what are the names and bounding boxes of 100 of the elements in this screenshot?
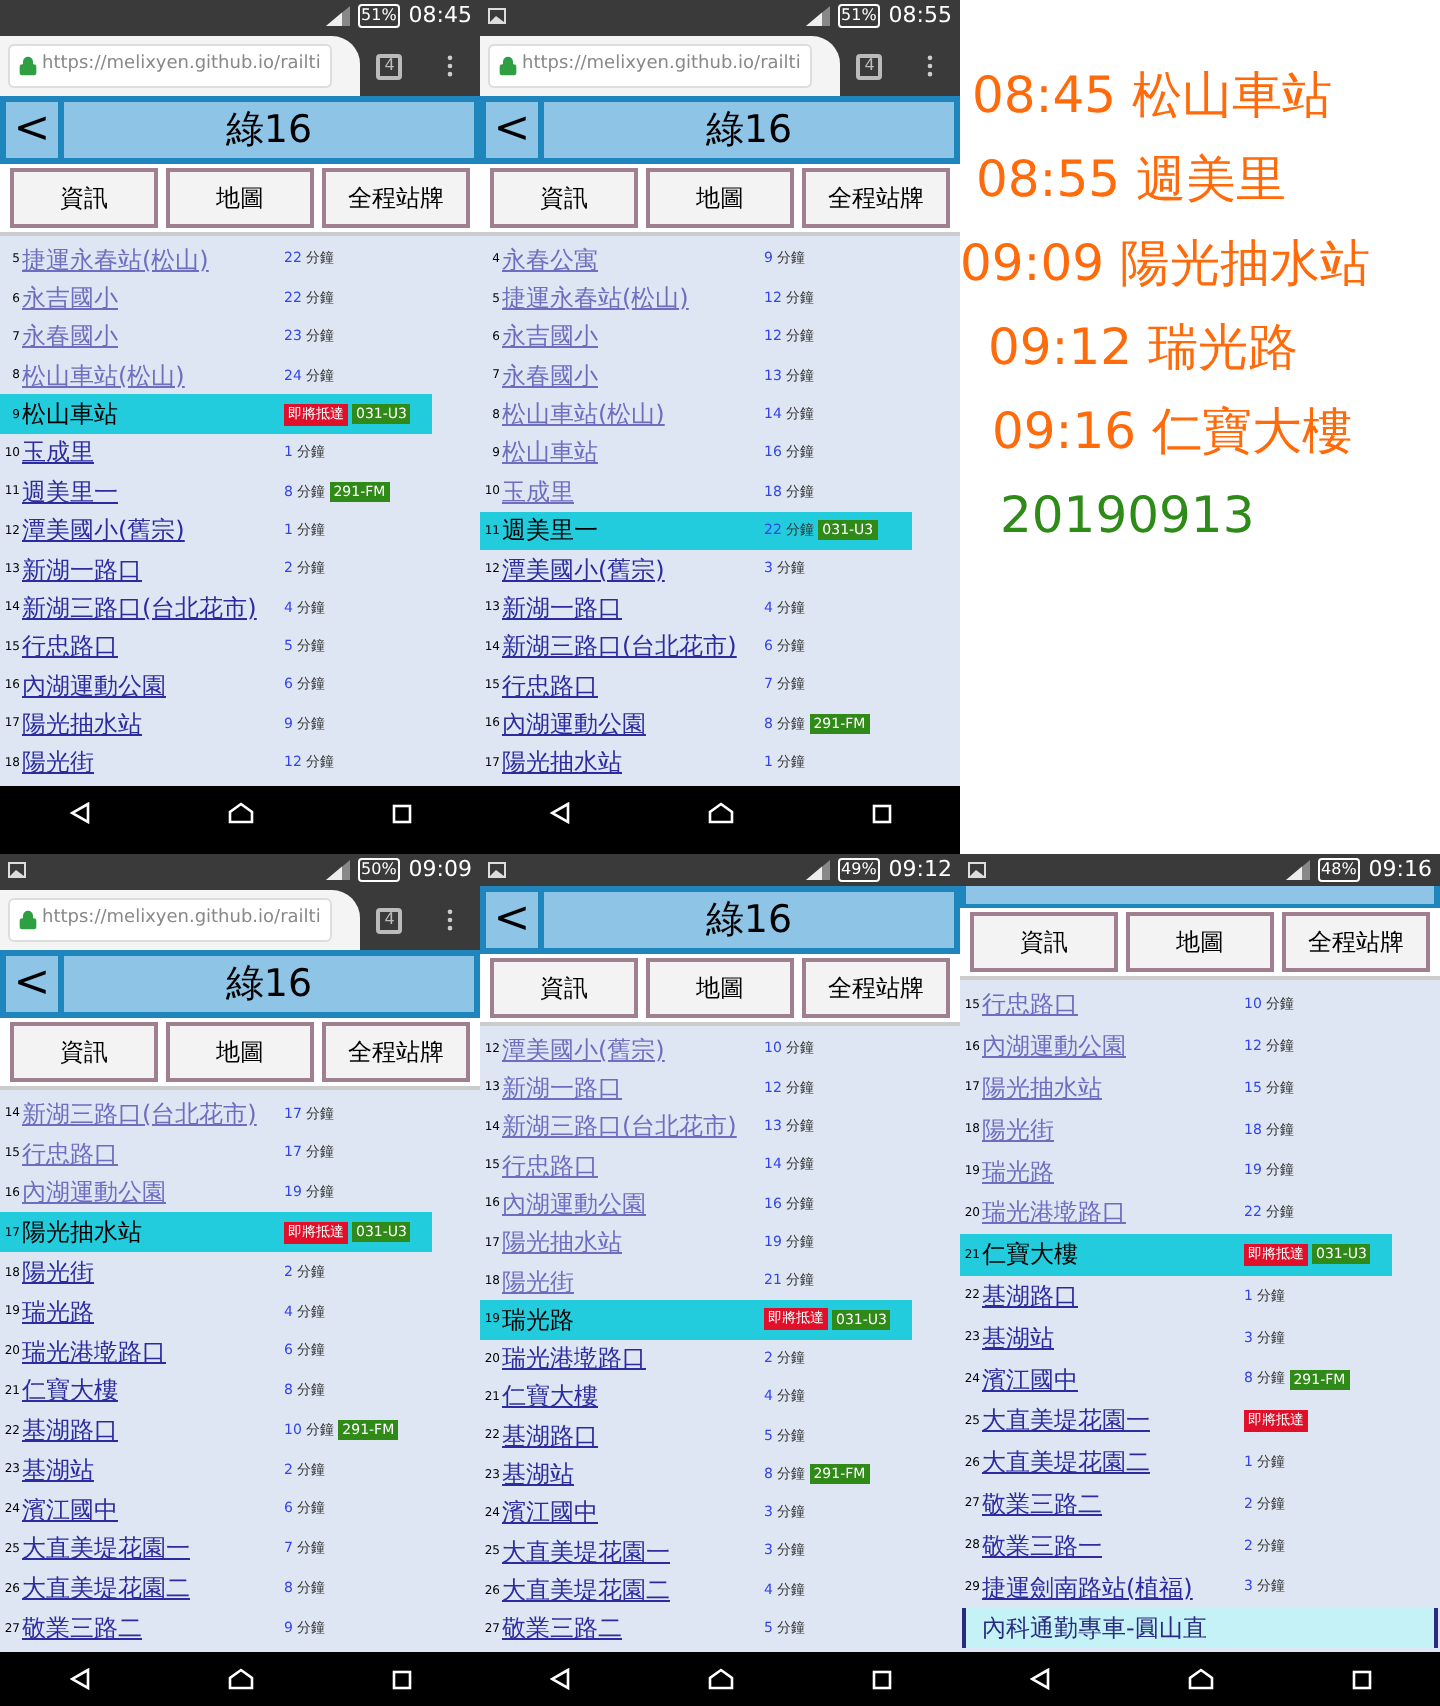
nav-button[interactable]: 資訊 [490,168,638,228]
stop-name[interactable]: 永吉國小 [22,284,284,313]
stop-name[interactable]: 濱江國中 [22,1495,284,1524]
back-icon[interactable] [549,802,569,824]
stop-name[interactable]: 永春公寓 [502,245,764,274]
stop-name[interactable]: 陽光抽水站 [22,1218,284,1247]
back-button[interactable]: < [6,102,58,158]
home-icon[interactable] [707,802,733,824]
stop-name[interactable]: 基湖路口 [982,1281,1244,1310]
stop-name[interactable]: 基湖路口 [22,1416,284,1445]
stop-name[interactable]: 松山車站 [22,400,284,429]
nav-button[interactable]: 地圖 [166,1022,314,1082]
stop-name[interactable]: 內湖運動公園 [22,1178,284,1207]
tab-count-button[interactable]: 4 [376,53,403,79]
stop-name[interactable]: 內湖運動公園 [22,671,284,700]
tab-count-button[interactable]: 4 [376,907,403,933]
home-icon[interactable] [1187,1668,1213,1690]
stop-name[interactable]: 大直美堤花園二 [22,1574,284,1603]
stop-name[interactable]: 松山車站(松山) [22,361,284,390]
stop-name[interactable]: 永吉國小 [502,322,764,351]
stop-name[interactable]: 陽光街 [502,1267,764,1296]
recent-apps-icon[interactable] [1351,1669,1371,1689]
stop-name[interactable]: 新湖三路口(台北花市) [502,1112,764,1141]
stop-name[interactable]: 潭美國小(舊宗) [502,1035,764,1064]
stop-name[interactable]: 瑞光港墘路口 [982,1198,1244,1227]
stop-name[interactable]: 潭美國小(舊宗) [22,516,284,545]
stop-name[interactable]: 新湖三路口(台北花市) [502,632,764,661]
nav-button[interactable]: 全程站牌 [802,168,950,228]
stop-name[interactable]: 基湖站 [982,1323,1244,1352]
stop-name[interactable]: 瑞光港墘路口 [502,1344,764,1373]
address-field[interactable]: https://melixyen.github.io/railti [488,44,812,88]
stop-name[interactable]: 濱江國中 [502,1498,764,1527]
stop-name[interactable]: 敬業三路二 [982,1489,1244,1518]
stop-name[interactable]: 新湖一路口 [502,593,764,622]
nav-button[interactable]: 資訊 [10,1022,158,1082]
nav-button[interactable]: 全程站牌 [1282,912,1430,972]
stop-name[interactable]: 瑞光港墘路口 [22,1337,284,1366]
stop-name[interactable]: 敬業三路二 [22,1614,284,1643]
stop-name[interactable]: 捷運永春站(松山) [502,284,764,313]
nav-button[interactable]: 地圖 [646,168,794,228]
back-icon[interactable] [1029,1668,1049,1690]
recent-apps-icon[interactable] [871,803,891,823]
stop-name[interactable]: 行忠路口 [22,632,284,661]
address-field[interactable]: https://melixyen.github.io/railti [8,898,332,942]
stop-name[interactable]: 陽光抽水站 [982,1073,1244,1102]
stop-name[interactable]: 行忠路口 [502,1151,764,1180]
stop-name[interactable]: 大直美堤花園一 [22,1534,284,1563]
home-icon[interactable] [707,1668,733,1690]
stop-name[interactable]: 玉成里 [502,477,764,506]
stop-name[interactable]: 陽光街 [22,748,284,777]
stop-name[interactable]: 潭美國小(舊宗) [502,555,764,584]
stop-name[interactable]: 基湖站 [22,1455,284,1484]
home-icon[interactable] [227,802,253,824]
address-field[interactable]: https://melixyen.github.io/railti [8,44,332,88]
stop-name[interactable]: 松山車站 [502,438,764,467]
stop-name[interactable]: 大直美堤花園二 [502,1576,764,1605]
stop-name[interactable]: 陽光抽水站 [22,709,284,738]
stop-name[interactable]: 敬業三路二 [502,1614,764,1643]
nav-button[interactable]: 地圖 [1126,912,1274,972]
stop-name[interactable]: 仁寶大樓 [22,1376,284,1405]
stop-name[interactable]: 大直美堤花園一 [982,1406,1244,1435]
stop-name[interactable]: 敬業三路一 [982,1531,1244,1560]
stop-name[interactable]: 新湖三路口(台北花市) [22,593,284,622]
home-icon[interactable] [227,1668,253,1690]
nav-button[interactable]: 地圖 [646,958,794,1018]
recent-apps-icon[interactable] [871,1669,891,1689]
back-icon[interactable] [69,802,89,824]
stop-name[interactable]: 陽光抽水站 [502,1228,764,1257]
stop-name[interactable]: 仁寶大樓 [982,1240,1244,1269]
stop-name[interactable]: 基湖站 [502,1460,764,1489]
nav-button[interactable]: 全程站牌 [322,1022,470,1082]
stop-name[interactable]: 瑞光路 [502,1305,764,1334]
back-button[interactable]: < [486,892,538,948]
stop-name[interactable]: 陽光街 [982,1115,1244,1144]
back-icon[interactable] [69,1668,89,1690]
nav-button[interactable]: 地圖 [166,168,314,228]
stop-name[interactable]: 松山車站(松山) [502,400,764,429]
nav-button[interactable]: 資訊 [970,912,1118,972]
stop-name[interactable]: 陽光抽水站 [502,748,764,777]
back-icon[interactable] [549,1668,569,1690]
stop-name[interactable]: 行忠路口 [22,1139,284,1168]
stop-name[interactable]: 捷運劍南路站(植福) [982,1573,1244,1602]
stop-name[interactable]: 行忠路口 [502,671,764,700]
stop-name[interactable]: 內湖運動公園 [502,1189,764,1218]
stop-name[interactable]: 內湖運動公園 [982,1032,1244,1061]
stop-name[interactable]: 玉成里 [22,438,284,467]
stop-name[interactable]: 新湖三路口(台北花市) [22,1099,284,1128]
nav-button[interactable]: 全程站牌 [802,958,950,1018]
nav-button[interactable]: 資訊 [10,168,158,228]
stop-name[interactable]: 捷運永春站(松山) [22,245,284,274]
recent-apps-icon[interactable] [391,803,411,823]
route-banner[interactable]: 內科通勤專車-圓山直 [962,1607,1438,1648]
stop-name[interactable]: 永春國小 [22,322,284,351]
recent-apps-icon[interactable] [391,1669,411,1689]
back-button[interactable]: < [6,956,58,1012]
stop-name[interactable]: 瑞光路 [22,1297,284,1326]
nav-button[interactable]: 全程站牌 [322,168,470,228]
back-button[interactable]: < [486,102,538,158]
stop-name[interactable]: 濱江國中 [982,1365,1244,1394]
stop-name[interactable]: 大直美堤花園一 [502,1537,764,1566]
